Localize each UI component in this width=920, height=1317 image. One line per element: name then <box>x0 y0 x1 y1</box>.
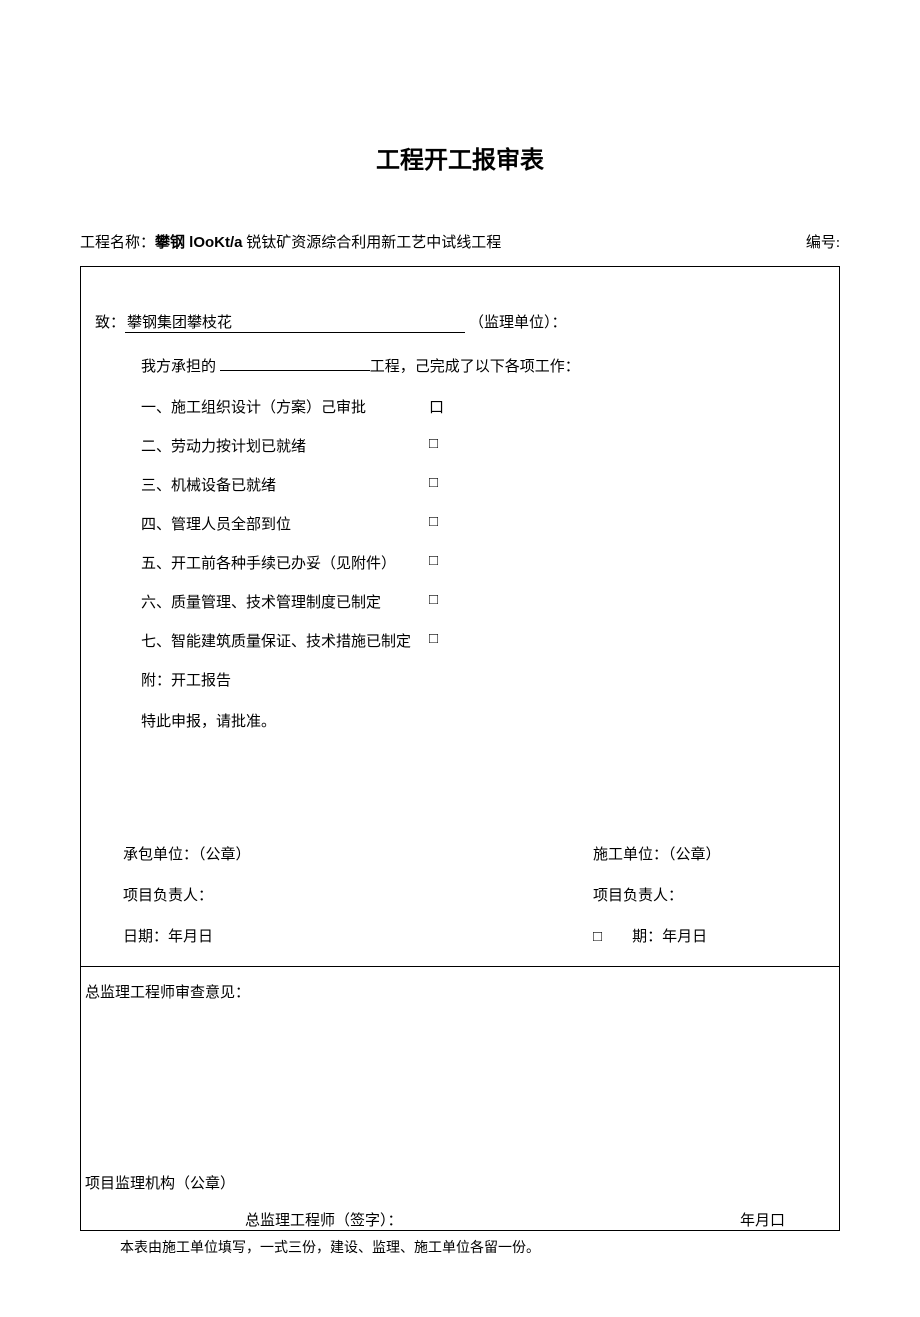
intro-prefix: 我方承担的 <box>141 359 220 375</box>
checkbox-icon: 口 <box>425 396 444 417</box>
form-number-label: 编号: <box>806 231 840 252</box>
intro-suffix: 工程，己完成了以下各项工作： <box>370 359 580 375</box>
checkbox-icon: □ <box>425 435 438 456</box>
checkbox-icon: □ <box>425 513 438 534</box>
form-box: 致：攀钢集团攀枝花（监理单位）： 我方承担的 工程，己完成了以下各项工作： 一、… <box>80 266 840 1231</box>
supervision-org: 项目监理机构（公章） <box>85 1172 835 1193</box>
apply-line: 特此申报，请批准。 <box>95 710 825 731</box>
checklist-item-1: 一、施工组织设计（方案）己审批 口 <box>95 396 825 417</box>
attachment-line: 附：开工报告 <box>95 669 825 690</box>
checklist-label: 五、开工前各种手续已办妥（见附件） <box>95 552 425 573</box>
to-suffix: （监理单位）： <box>465 315 567 331</box>
checklist-label: 一、施工组织设计（方案）己审批 <box>95 396 425 417</box>
signature-block: 承包单位：（公章） 施工单位：（公章） 项目负责人： 项目负责人： 日期：年月日… <box>95 843 825 946</box>
project-name-bold: 攀钢 lOoKt/a <box>155 234 243 251</box>
checkbox-icon: □ <box>425 630 438 651</box>
left-date: 日期：年月日 <box>123 925 593 946</box>
checkbox-icon: □ <box>593 928 632 945</box>
project-name-label: 工程名称： <box>80 235 155 251</box>
checkbox-icon: □ <box>425 474 438 495</box>
checklist-item-6: 六、质量管理、技术管理制度已制定 □ <box>95 591 825 612</box>
checkbox-icon: □ <box>425 552 438 573</box>
header-row: 工程名称：攀钢 lOoKt/a 锐钛矿资源综合利用新工艺中试线工程 编号: <box>80 231 840 252</box>
chief-engineer-sign: 总监理工程师（签字）： <box>245 1209 740 1230</box>
addressee-line: 致：攀钢集团攀枝花（监理单位）： <box>95 311 825 333</box>
checklist-item-4: 四、管理人员全部到位 □ <box>95 513 825 534</box>
footnote: 本表由施工单位填写，一式三份，建设、监理、施工单位各留一份。 <box>80 1237 840 1257</box>
to-label: 致： <box>95 315 125 331</box>
page-title: 工程开工报审表 <box>80 140 840 175</box>
construction-unit: 施工单位：（公章） <box>593 843 811 864</box>
intro-blank <box>220 356 370 371</box>
checklist-item-3: 三、机械设备已就绪 □ <box>95 474 825 495</box>
checklist-item-7: 七、智能建筑质量保证、技术措施已制定 □ <box>95 630 825 651</box>
right-person: 项目负责人： <box>593 884 811 905</box>
review-section: 总监理工程师审查意见： 项目监理机构（公章） 总监理工程师（签字）： 年月口 <box>81 967 839 1230</box>
to-value: 攀钢集团攀枝花 <box>125 311 465 333</box>
checklist-label: 四、管理人员全部到位 <box>95 513 425 534</box>
intro-line: 我方承担的 工程，己完成了以下各项工作： <box>95 355 825 376</box>
final-signature-row: 总监理工程师（签字）： 年月口 <box>85 1209 835 1230</box>
project-name: 工程名称：攀钢 lOoKt/a 锐钛矿资源综合利用新工艺中试线工程 <box>80 231 501 252</box>
review-opinion-label: 总监理工程师审查意见： <box>85 981 835 1002</box>
checkbox-icon: □ <box>425 591 438 612</box>
checklist-label: 六、质量管理、技术管理制度已制定 <box>95 591 425 612</box>
project-name-rest: 锐钛矿资源综合利用新工艺中试线工程 <box>243 235 502 251</box>
checklist-label: 二、劳动力按计划已就绪 <box>95 435 425 456</box>
left-person: 项目负责人： <box>123 884 593 905</box>
checklist-label: 七、智能建筑质量保证、技术措施已制定 <box>95 630 425 651</box>
checklist-label: 三、机械设备已就绪 <box>95 474 425 495</box>
sign-date: 年月口 <box>740 1209 835 1230</box>
right-date-cell: □期：年月日 <box>593 925 811 946</box>
checklist-item-2: 二、劳动力按计划已就绪 □ <box>95 435 825 456</box>
right-date: 期：年月日 <box>632 929 707 945</box>
checklist-item-5: 五、开工前各种手续已办妥（见附件） □ <box>95 552 825 573</box>
contractor-unit: 承包单位：（公章） <box>123 843 593 864</box>
